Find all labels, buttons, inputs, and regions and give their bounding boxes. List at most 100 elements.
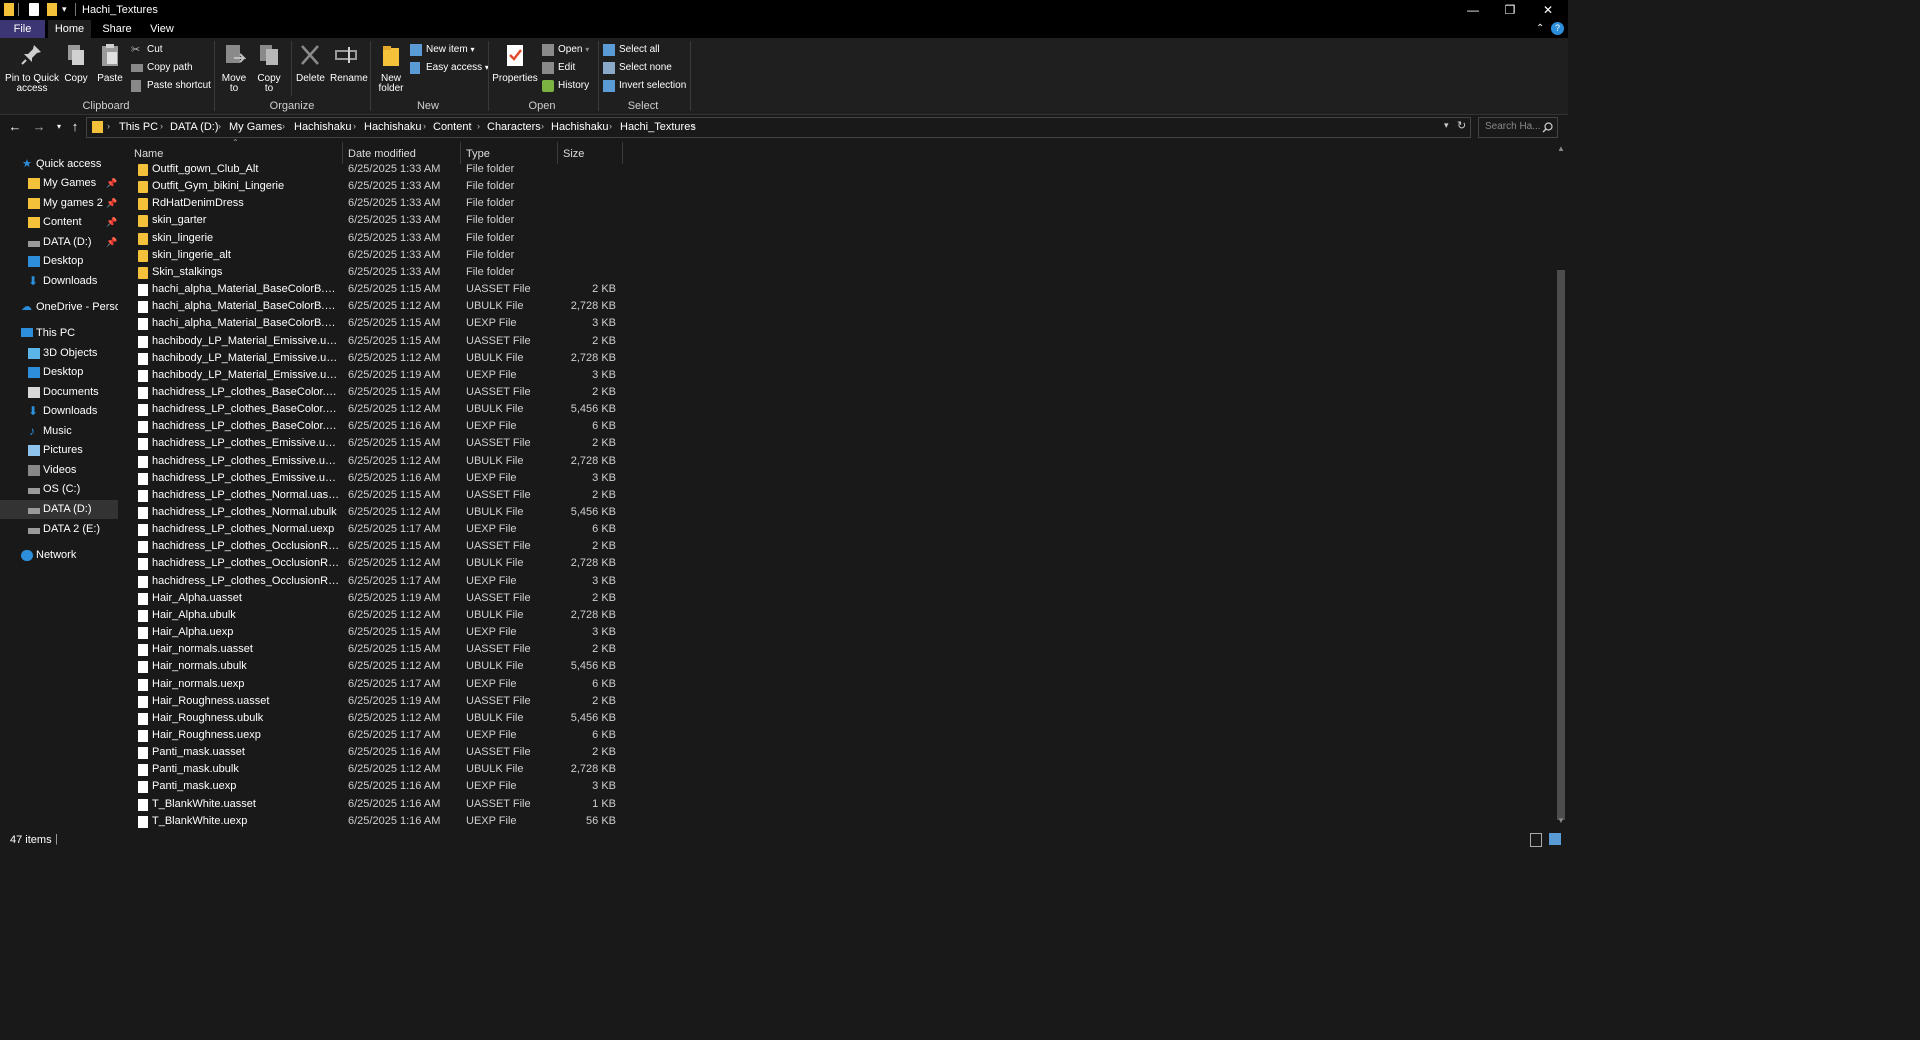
pin-icon[interactable]: 📌	[106, 233, 117, 252]
nav-item-3d-objects[interactable]: 3D Objects	[0, 344, 118, 363]
select-none-button[interactable]: Select none	[603, 60, 672, 76]
breadcrumb[interactable]: My Games	[229, 121, 282, 133]
nav-item-desktop[interactable]: Desktop	[0, 363, 118, 382]
copy-button[interactable]: Copy	[62, 42, 90, 84]
file-row[interactable]: Hair_Roughness.uasset 6/25/2025 1:19 AM UA…	[122, 693, 632, 710]
large-icons-view-icon[interactable]	[1549, 833, 1561, 845]
new-item-button[interactable]: New item ▾	[410, 42, 474, 58]
file-row[interactable]: hachidress_LP_clothes_Emissive.uasset 6/2…	[122, 435, 632, 452]
file-row[interactable]: Panti_mask.uasset 6/25/2025 1:16 AM UASSET…	[122, 744, 632, 761]
scrollbar-thumb[interactable]	[1557, 270, 1565, 820]
paste-button[interactable]: Paste	[96, 42, 124, 84]
breadcrumb[interactable]: DATA (D:)	[170, 121, 218, 133]
nav-item-this-pc[interactable]: This PC	[0, 324, 118, 343]
file-row[interactable]: RdHatDenimDress 6/25/2025 1:33 AM File fol…	[122, 195, 632, 212]
properties-button[interactable]: Properties	[492, 42, 538, 84]
copy-path-button[interactable]: Copy path	[131, 60, 193, 76]
file-row[interactable]: hachidress_LP_clothes_BaseColor.uasset 6/…	[122, 384, 632, 401]
collapse-ribbon-chevron-icon[interactable]: ⌃	[1536, 23, 1544, 34]
breadcrumb[interactable]: This PC	[119, 121, 158, 133]
scroll-up-arrow-icon[interactable]: ▲	[1557, 144, 1565, 153]
nav-item-downloads-quick[interactable]: ⬇ Downloads	[0, 272, 118, 291]
file-row[interactable]: Hair_Alpha.uasset 6/25/2025 1:19 AM UASSET…	[122, 590, 632, 607]
pin-icon[interactable]: 📌	[106, 213, 117, 232]
breadcrumb[interactable]: Characters	[487, 121, 541, 133]
file-row[interactable]: hachidress_LP_clothes_Normal.ubulk 6/25/2…	[122, 504, 632, 521]
file-row[interactable]: Hair_Alpha.ubulk 6/25/2025 1:12 AM UBULK F…	[122, 607, 632, 624]
new-folder-button[interactable]: New folder	[375, 42, 407, 94]
file-row[interactable]: hachidress_LP_clothes_Normal.uexp 6/25/20…	[122, 521, 632, 538]
file-row[interactable]: Hair_Roughness.ubulk 6/25/2025 1:12 AM UBU…	[122, 710, 632, 727]
nav-item-desktop-quick[interactable]: Desktop	[0, 252, 118, 271]
file-row[interactable]: hachidress_LP_clothes_Normal.uasset 6/25/…	[122, 487, 632, 504]
rename-button[interactable]: Rename	[330, 42, 368, 84]
forward-arrow-icon[interactable]: →	[31, 119, 47, 135]
tab-file[interactable]: File	[0, 20, 45, 38]
nav-item-documents[interactable]: Documents	[0, 383, 118, 402]
details-view-icon[interactable]	[1530, 833, 1542, 847]
breadcrumb[interactable]: Content	[433, 121, 472, 133]
history-button[interactable]: History	[542, 78, 589, 94]
move-to-button[interactable]: Move to	[220, 42, 248, 94]
nav-item-videos[interactable]: Videos	[0, 461, 118, 480]
nav-item-content[interactable]: Content 📌	[0, 213, 118, 232]
invert-selection-button[interactable]: Invert selection	[603, 78, 686, 94]
nav-item-network[interactable]: Network	[0, 546, 118, 565]
address-box[interactable]: › This PC › DATA (D:) › My Games › Hachi…	[86, 117, 1471, 138]
file-row[interactable]: Skin_stalkings 6/25/2025 1:33 AM File fold…	[122, 264, 632, 281]
refresh-icon[interactable]: ↻	[1457, 119, 1466, 132]
file-row[interactable]: Outfit_gown_Club_Alt 6/25/2025 1:33 AM Fil…	[122, 161, 632, 178]
edit-button[interactable]: Edit	[542, 60, 575, 76]
file-row[interactable]: skin_lingerie 6/25/2025 1:33 AM File folde…	[122, 230, 632, 247]
nav-item-os-c[interactable]: OS (C:)	[0, 480, 118, 499]
nav-item-my-games-2[interactable]: My games 2 📌	[0, 194, 118, 213]
file-row[interactable]: hachibody_LP_Material_Emissive.ubulk 6/25…	[122, 350, 632, 367]
nav-item-data-d-pinned[interactable]: DATA (D:) 📌	[0, 233, 118, 252]
pin-icon[interactable]: 📌	[106, 174, 117, 193]
file-row[interactable]: hachidress_LP_clothes_Emissive.ubulk 6/25…	[122, 453, 632, 470]
copy-to-button[interactable]: Copy to	[255, 42, 283, 94]
search-input[interactable]: Search Ha...	[1478, 117, 1558, 138]
nav-item-onedrive[interactable]: ☁ OneDrive - Personal	[0, 298, 118, 317]
tab-share[interactable]: Share	[96, 20, 138, 38]
nav-item-my-games[interactable]: My Games 📌	[0, 174, 118, 193]
delete-button[interactable]: Delete	[296, 42, 325, 84]
nav-item-downloads[interactable]: ⬇ Downloads	[0, 402, 118, 421]
file-row[interactable]: T_BlankWhite.uexp 6/25/2025 1:16 AM UEXP F…	[122, 813, 632, 830]
pin-to-quick-access-button[interactable]: Pin to Quick access	[4, 42, 60, 94]
file-row[interactable]: hachidress_LP_clothes_OcclusionRoughn...…	[122, 555, 632, 572]
help-icon[interactable]: ?	[1551, 22, 1564, 35]
cut-button[interactable]: ✂ Cut	[131, 42, 163, 58]
open-button[interactable]: Open ▾	[542, 42, 589, 58]
breadcrumb[interactable]: Hachishaku	[294, 121, 351, 133]
file-row[interactable]: hachi_alpha_Material_BaseColorB.uexp 6/25…	[122, 315, 632, 332]
file-row[interactable]: hachidress_LP_clothes_BaseColor.uexp 6/25…	[122, 418, 632, 435]
customize-toolbar-chevron-icon[interactable]: ▾	[62, 3, 70, 16]
file-row[interactable]: Outfit_Gym_bikini_Lingerie 6/25/2025 1:33…	[122, 178, 632, 195]
file-row[interactable]: Hair_normals.ubulk 6/25/2025 1:12 AM UBULK…	[122, 658, 632, 675]
file-row[interactable]: hachidress_LP_clothes_BaseColor.ubulk 6/2…	[122, 401, 632, 418]
file-row[interactable]: T_BlankWhite.uasset 6/25/2025 1:16 AM UASS…	[122, 796, 632, 813]
vertical-scrollbar[interactable]: ▲ ▼	[1553, 142, 1568, 828]
close-button[interactable]: ✕	[1530, 0, 1566, 20]
breadcrumb[interactable]: Hachi_Textures	[620, 121, 696, 133]
nav-item-data-2-e[interactable]: DATA 2 (E:)	[0, 520, 118, 539]
nav-item-data-d[interactable]: DATA (D:)	[0, 500, 118, 519]
file-row[interactable]: hachibody_LP_Material_Emissive.uasset 6/2…	[122, 333, 632, 350]
address-dropdown-chevron-icon[interactable]: ▾	[1444, 120, 1449, 131]
file-row[interactable]: Panti_mask.uexp 6/25/2025 1:16 AM UEXP Fil…	[122, 778, 632, 795]
breadcrumb[interactable]: Hachishaku	[364, 121, 421, 133]
up-arrow-icon[interactable]: ↑	[67, 119, 83, 135]
file-row[interactable]: hachibody_LP_Material_Emissive.uexp 6/25/…	[122, 367, 632, 384]
paste-shortcut-button[interactable]: Paste shortcut	[131, 78, 211, 94]
file-row[interactable]: hachidress_LP_clothes_Emissive.uexp 6/25/…	[122, 470, 632, 487]
file-row[interactable]: Panti_mask.ubulk 6/25/2025 1:12 AM UBULK F…	[122, 761, 632, 778]
nav-item-pictures[interactable]: Pictures	[0, 441, 118, 460]
file-row[interactable]: Hair_Alpha.uexp 6/25/2025 1:15 AM UEXP Fil…	[122, 624, 632, 641]
easy-access-button[interactable]: Easy access ▾	[410, 60, 489, 76]
nav-item-quick-access[interactable]: ★ Quick access	[0, 155, 118, 174]
file-row[interactable]: Hair_normals.uexp 6/25/2025 1:17 AM UEXP F…	[122, 676, 632, 693]
back-arrow-icon[interactable]: ←	[7, 119, 23, 135]
breadcrumb[interactable]: Hachishaku	[551, 121, 608, 133]
tab-view[interactable]: View	[141, 20, 183, 38]
